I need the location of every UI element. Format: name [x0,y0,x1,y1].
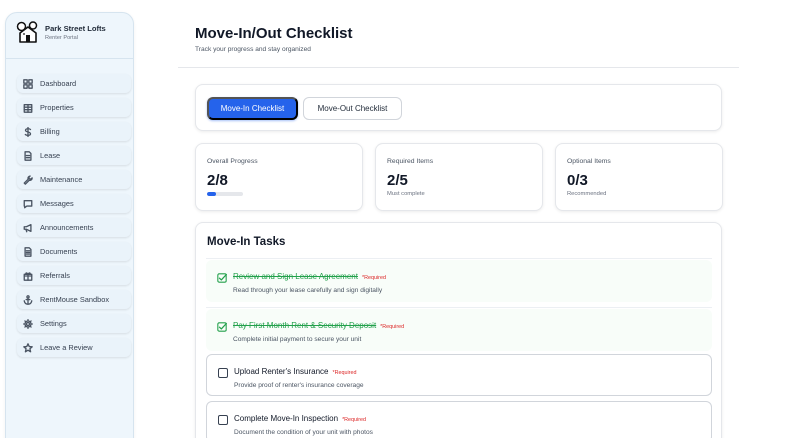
task-title-text: Review and Sign Lease Agreement [233,272,358,281]
sidebar-item-label: Properties [40,103,74,112]
checked-checkbox-icon[interactable] [217,322,227,332]
sidebar-item-rentmouse-sandbox[interactable]: RentMouse Sandbox [17,290,131,309]
optional-items-note: Recommended [567,191,607,197]
task-divider [206,307,712,308]
gift-icon [23,271,33,281]
task-title: Complete Move-In Inspection *Required [234,414,366,423]
tab-move-in-checklist[interactable]: Move-In Checklist [207,97,298,120]
required-items-value: 2/5 [387,172,408,189]
task-divider [206,258,712,259]
dollar-icon [23,126,33,137]
header-divider [178,67,739,68]
megaphone-icon [23,223,33,233]
wrench-icon [23,174,33,185]
brand-name: Park Street Lofts [45,24,106,33]
required-badge: *Required [380,324,405,330]
overall-progress-label: Overall Progress [207,158,258,165]
required-badge: *Required [332,370,357,376]
required-items-note: Must complete [387,191,425,197]
required-items-label: Required Items [387,158,434,165]
task-description: Document the condition of your unit with… [234,429,373,436]
sidebar-divider [6,58,133,59]
task-item[interactable]: Upload Renter's Insurance *Required Provi… [206,354,712,396]
required-items-card: Required Items 2/5 Must complete [375,143,543,211]
optional-items-label: Optional Items [567,158,611,165]
brand[interactable]: Park Street Lofts Renter Portal [16,21,106,45]
overall-progress-value: 2/8 [207,172,228,189]
task-item[interactable]: Pay First Month Rent & Security Deposit *… [206,309,712,351]
sidebar: Park Street Lofts Renter Portal Dashboar… [5,12,134,438]
sidebar-item-label: Settings [40,319,67,328]
page-title: Move-In/Out Checklist [195,25,353,42]
optional-items-card: Optional Items 0/3 Recommended [555,143,723,211]
sidebar-item-announcements[interactable]: Announcements [17,218,131,237]
sidebar-item-referrals[interactable]: Referrals [17,266,131,285]
sidebar-item-label: RentMouse Sandbox [40,295,110,304]
sidebar-item-billing[interactable]: Billing [17,122,131,141]
task-item[interactable]: Complete Move-In Inspection *Required Doc… [206,401,712,438]
sidebar-item-label: Dashboard [40,79,77,88]
tab-move-out-checklist[interactable]: Move-Out Checklist [303,97,402,120]
task-title: Pay First Month Rent & Security Deposit *… [233,321,404,330]
page-subtitle: Track your progress and stay organized [195,46,311,53]
sidebar-item-properties[interactable]: Properties [17,98,131,117]
star-icon [23,342,33,353]
document-icon [23,150,33,161]
task-description: Provide proof of renter's insurance cove… [234,382,364,389]
sidebar-item-label: Documents [40,247,78,256]
sidebar-item-lease[interactable]: Lease [17,146,131,165]
required-badge: *Required [342,417,367,423]
sidebar-item-label: Billing [40,127,60,136]
task-title: Review and Sign Lease Agreement *Required [233,272,386,281]
optional-items-value: 0/3 [567,172,588,189]
overall-progress-fill [207,192,216,196]
checkbox[interactable] [218,368,228,378]
required-badge: *Required [361,275,386,281]
sidebar-item-label: Messages [40,199,74,208]
gear-icon [23,318,33,329]
checked-checkbox-icon[interactable] [217,273,227,283]
sidebar-item-maintenance[interactable]: Maintenance [17,170,131,189]
task-item[interactable]: Review and Sign Lease Agreement *Required… [206,260,712,302]
dashboard-icon [23,78,33,89]
file-icon [23,246,33,257]
sidebar-item-dashboard[interactable]: Dashboard [17,74,131,93]
chat-icon [23,199,33,209]
sidebar-item-label: Lease [40,151,61,160]
task-title-text: Pay First Month Rent & Security Deposit [233,321,377,330]
sidebar-item-label: Maintenance [40,175,83,184]
sidebar-item-settings[interactable]: Settings [17,314,131,333]
sidebar-item-label: Leave a Review [40,343,93,352]
checkbox[interactable] [218,415,228,425]
overall-progress-card: Overall Progress 2/8 [195,143,363,211]
task-title-text: Complete Move-In Inspection [234,414,339,423]
anchor-icon [23,294,33,305]
task-title-text: Upload Renter's Insurance [234,367,329,376]
sidebar-nav: Dashboard Properties Billing Lease Maint… [17,74,131,362]
brand-subtitle: Renter Portal [45,35,78,41]
tasks-title: Move-In Tasks [207,236,286,248]
move-in-tasks-card: Move-In Tasks Review and Sign Lease Agre… [195,222,722,438]
properties-icon [23,103,33,113]
task-description: Complete initial payment to secure your … [233,336,362,343]
sidebar-item-messages[interactable]: Messages [17,194,131,213]
mouse-house-logo-icon [16,21,38,43]
checklist-tabs: Move-In Checklist Move-Out Checklist [195,84,722,131]
sidebar-item-documents[interactable]: Documents [17,242,131,261]
sidebar-item-label: Announcements [40,223,94,232]
sidebar-item-leave-a-review[interactable]: Leave a Review [17,338,131,357]
overall-progress-bar [207,192,243,196]
sidebar-item-label: Referrals [40,271,70,280]
task-title: Upload Renter's Insurance *Required [234,367,356,376]
task-description: Read through your lease carefully and si… [233,287,383,294]
